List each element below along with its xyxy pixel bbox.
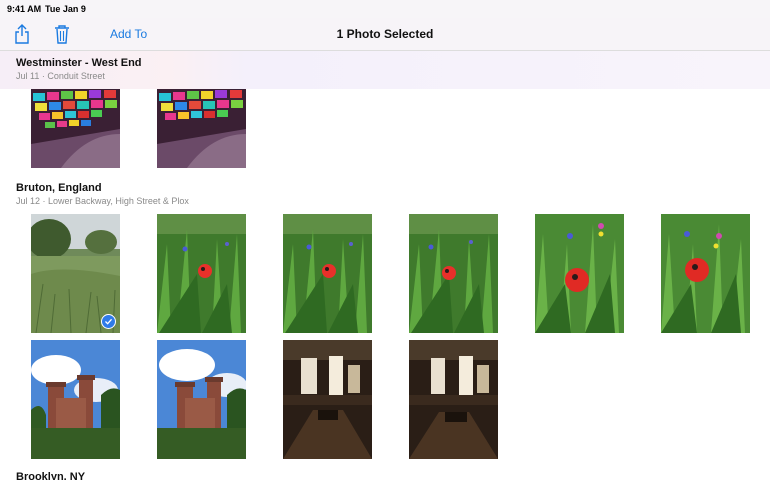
section-subtitle: Jul 11 · Conduit Street [16, 71, 105, 81]
status-bar: 9:41 AM Tue Jan 9 [0, 0, 770, 18]
toolbar: Add To 1 Photo Selected [0, 18, 770, 51]
section-subtitle: Jul 12 · Lower Backway, High Street & Pl… [16, 196, 189, 206]
photo-thumbnail-poppy-5[interactable] [661, 214, 750, 333]
section-header-brooklyn: Brooklyn, NY [0, 466, 770, 480]
selected-checkmark-icon [101, 314, 116, 329]
photo-thumbnail-ceiling-1[interactable] [31, 89, 120, 168]
photo-thumbnail-poppy-1[interactable] [157, 214, 246, 333]
photo-thumbnail-interior-1[interactable] [283, 340, 372, 459]
section-header-bruton: Bruton, England Jul 12 · Lower Backway, … [0, 180, 770, 210]
status-time: 9:41 AM [7, 4, 42, 14]
section-title: Bruton, England [16, 182, 102, 194]
section-title: Brooklyn, NY [16, 471, 86, 480]
section-title: Westminster - West End [16, 57, 142, 69]
photo-thumbnail-castle-1[interactable] [31, 340, 120, 459]
photo-thumbnail-interior-2[interactable] [409, 340, 498, 459]
photo-thumbnail-castle-2[interactable] [157, 340, 246, 459]
status-date: Tue Jan 9 [45, 4, 86, 14]
photo-thumbnail-poppy-4[interactable] [535, 214, 624, 333]
photo-thumbnail-poppy-2[interactable] [283, 214, 372, 333]
photo-thumbnail-ceiling-2[interactable] [157, 89, 246, 168]
photo-thumbnail-poppy-3[interactable] [409, 214, 498, 333]
photo-thumbnail-meadow-trees[interactable] [31, 214, 120, 333]
selection-title: 1 Photo Selected [336, 27, 434, 41]
section-header-westminster: Westminster - West End Jul 11 · Conduit … [0, 51, 770, 89]
